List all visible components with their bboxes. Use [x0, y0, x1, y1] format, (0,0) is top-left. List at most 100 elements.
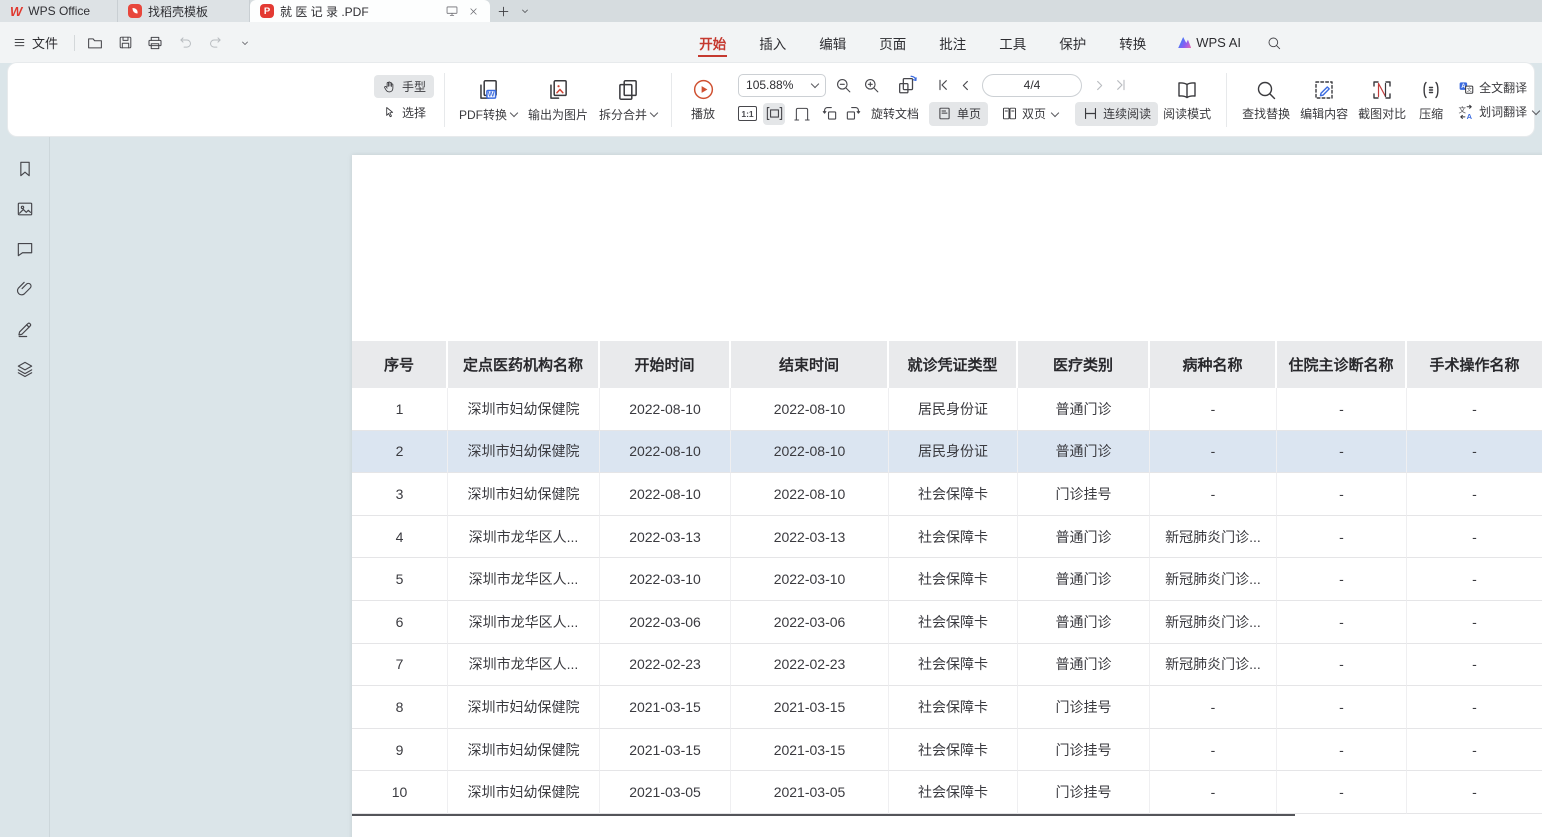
menu-item-annotate[interactable]: 批注: [938, 29, 967, 57]
rotate-document-button[interactable]: [896, 74, 918, 96]
find-replace-button[interactable]: 查找替换: [1237, 78, 1295, 122]
divider: [671, 73, 672, 127]
table-cell: 社会保障卡: [889, 516, 1018, 559]
tab-close-button[interactable]: [467, 5, 480, 18]
full-translate-button[interactable]: 全文翻译: [1457, 79, 1539, 97]
table-cell: 居民身份证: [889, 431, 1018, 474]
read-mode-button[interactable]: 阅读模式: [1158, 78, 1216, 122]
chevron-down-icon: [650, 109, 658, 117]
table-cell: 9: [352, 729, 448, 772]
column-header: 定点医药机构名称: [448, 341, 600, 388]
table-cell: 2022-03-10: [731, 558, 889, 601]
paperclip-icon: [15, 279, 35, 299]
save-button[interactable]: [113, 31, 137, 55]
rotate-right-icon: [843, 104, 862, 123]
print-button[interactable]: [143, 31, 167, 55]
tab-label: 找稻壳模板: [148, 3, 208, 20]
table-cell: 1: [352, 388, 448, 431]
pdf-convert-button[interactable]: PDF转换: [455, 77, 521, 123]
signature-panel-button[interactable]: [15, 319, 35, 339]
comments-panel-button[interactable]: [15, 239, 35, 259]
actual-size-button[interactable]: 1:1: [738, 106, 757, 121]
menu-item-edit[interactable]: 编辑: [818, 29, 847, 57]
table-cell: -: [1277, 558, 1407, 601]
compress-label: 压缩: [1419, 105, 1443, 122]
zoom-out-button[interactable]: [832, 74, 854, 96]
medical-records-table: 序号定点医药机构名称开始时间结束时间就诊凭证类型医疗类别病种名称住院主诊断名称手…: [352, 341, 1542, 814]
table-cell: 8: [352, 686, 448, 729]
last-page-button[interactable]: [1110, 74, 1132, 96]
compress-button[interactable]: 压缩: [1411, 78, 1451, 122]
zoom-in-button[interactable]: [860, 74, 882, 96]
wps-logo-icon: W: [10, 4, 22, 19]
zoom-level-select[interactable]: 105.88%: [738, 74, 826, 97]
select-tool-button[interactable]: 选择: [374, 101, 434, 124]
menu-item-home[interactable]: 开始: [698, 29, 727, 57]
menu-item-insert[interactable]: 插入: [758, 29, 787, 57]
layers-panel-button[interactable]: [15, 359, 35, 379]
rotate-left-button[interactable]: [819, 103, 841, 125]
next-page-button[interactable]: [1088, 74, 1110, 96]
word-translate-button[interactable]: 划词翻译: [1457, 103, 1539, 121]
double-page-button[interactable]: 双页: [994, 102, 1065, 126]
hand-tool-button[interactable]: 手型: [374, 75, 434, 98]
bookmark-panel-button[interactable]: [15, 159, 35, 179]
menu-item-tools[interactable]: 工具: [998, 29, 1027, 57]
page-number-input[interactable]: 4/4: [982, 74, 1082, 97]
table-cell: 2021-03-15: [731, 729, 889, 772]
table-cell: 2021-03-05: [731, 771, 889, 814]
table-row: 9深圳市妇幼保健院2021-03-152021-03-15社会保障卡门诊挂号--…: [352, 729, 1542, 772]
menu-item-page[interactable]: 页面: [878, 29, 907, 57]
undo-button[interactable]: [173, 31, 197, 55]
table-cell: -: [1150, 431, 1277, 474]
toolbar: 手型 选择 PDF转换 输出为图片 拆分合并 播放: [8, 63, 1534, 136]
tab-docer-templates[interactable]: 找稻壳模板: [118, 0, 250, 22]
menu-search-button[interactable]: [1266, 35, 1282, 51]
new-tab-button[interactable]: [490, 0, 516, 22]
edit-content-button[interactable]: 编辑内容: [1295, 78, 1353, 122]
screenshot-compare-button[interactable]: 截图对比: [1353, 78, 1411, 122]
rotate-document-label: 旋转文档: [871, 105, 919, 122]
tab-list-dropdown[interactable]: [516, 0, 534, 22]
export-image-button[interactable]: 输出为图片: [521, 77, 595, 123]
wps-ai-button[interactable]: WPS AI: [1178, 35, 1241, 50]
table-cell: -: [1277, 729, 1407, 772]
play-icon: [691, 77, 716, 102]
file-menu-button[interactable]: 文件: [12, 33, 58, 52]
folder-icon: [86, 34, 104, 52]
chevron-down-icon: [1532, 106, 1540, 114]
tab-wps-office[interactable]: W WPS Office: [0, 0, 118, 22]
first-page-button[interactable]: [932, 74, 954, 96]
thumbnails-panel-button[interactable]: [15, 199, 35, 219]
table-row: 2深圳市妇幼保健院2022-08-102022-08-10居民身份证普通门诊--…: [352, 431, 1542, 474]
split-merge-button[interactable]: 拆分合并: [595, 77, 661, 123]
table-cell: -: [1407, 729, 1542, 772]
present-to-screen-button[interactable]: [445, 4, 459, 18]
attachments-panel-button[interactable]: [15, 279, 35, 299]
redo-button[interactable]: [203, 31, 227, 55]
table-cell: 普通门诊: [1018, 388, 1150, 431]
tab-document-pdf[interactable]: P 就 医 记 录 .PDF: [250, 0, 490, 22]
previous-page-button[interactable]: [954, 74, 976, 96]
document-viewport[interactable]: 序号定点医药机构名称开始时间结束时间就诊凭证类型医疗类别病种名称住院主诊断名称手…: [50, 137, 1542, 837]
table-cell: -: [1407, 644, 1542, 687]
layers-icon: [15, 359, 35, 379]
continuous-read-button[interactable]: 连续阅读: [1075, 102, 1158, 126]
fit-page-button[interactable]: [791, 103, 813, 125]
table-cell: -: [1277, 516, 1407, 559]
table-body: 1深圳市妇幼保健院2022-08-102022-08-10居民身份证普通门诊--…: [352, 388, 1542, 814]
divider: [1226, 73, 1227, 127]
table-cell: -: [1407, 473, 1542, 516]
table-row: 10深圳市妇幼保健院2021-03-052021-03-05社会保障卡门诊挂号-…: [352, 771, 1542, 814]
fit-width-button[interactable]: [763, 103, 785, 125]
single-page-button[interactable]: 单页: [929, 102, 988, 126]
table-cell: -: [1150, 473, 1277, 516]
wps-ai-icon: [1178, 37, 1191, 48]
menu-item-protect[interactable]: 保护: [1058, 29, 1087, 57]
table-cell: 门诊挂号: [1018, 729, 1150, 772]
quick-access-dropdown[interactable]: [233, 31, 257, 55]
play-button[interactable]: 播放: [682, 77, 724, 122]
menu-item-convert[interactable]: 转换: [1118, 29, 1147, 57]
open-button[interactable]: [83, 31, 107, 55]
rotate-right-button[interactable]: [841, 103, 863, 125]
